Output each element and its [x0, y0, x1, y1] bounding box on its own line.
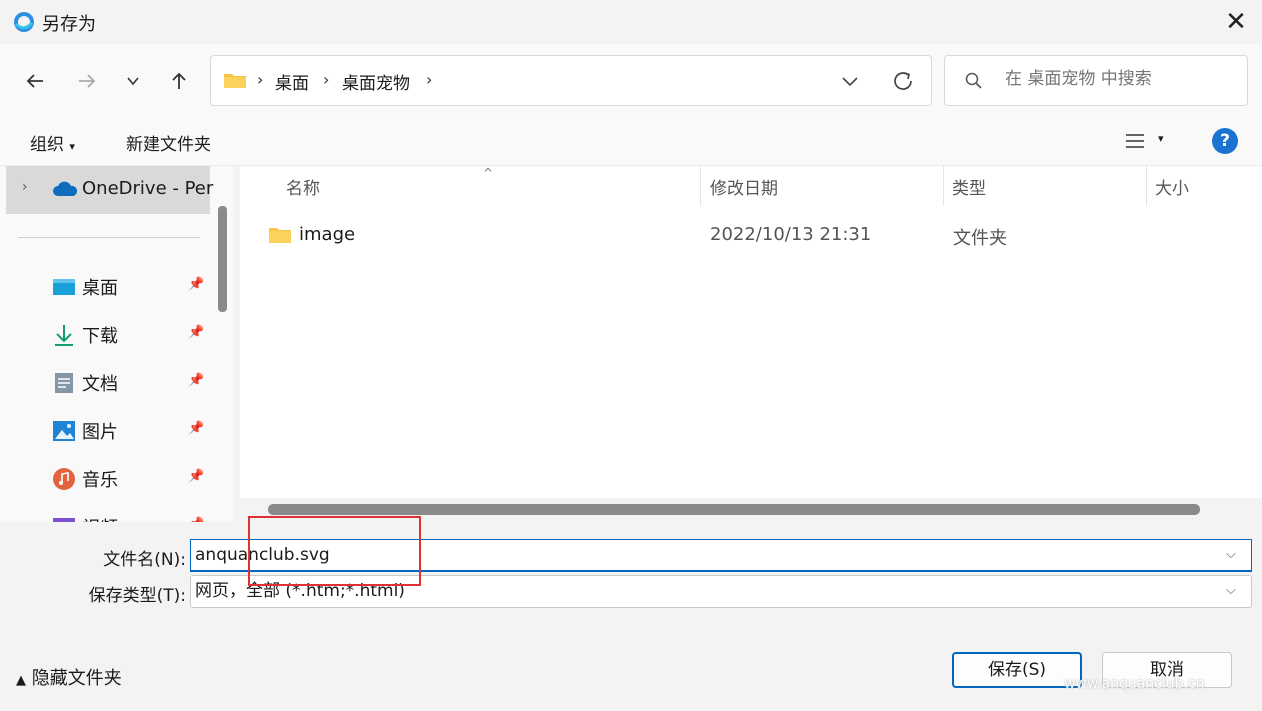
breadcrumb-separator: › — [323, 70, 330, 89]
filename-input[interactable] — [190, 539, 1252, 572]
sidebar-item-label: OneDrive - Per — [82, 178, 214, 199]
caret-up-icon: ▲ — [16, 673, 26, 688]
download-icon — [52, 323, 76, 347]
sort-ascending-caret-icon: ^ — [483, 166, 494, 180]
breadcrumb-desktop-pet[interactable]: 桌面宠物 — [342, 69, 410, 94]
filetype-label: 保存类型(T): — [88, 586, 186, 606]
organize-menu-button[interactable]: 组织 ▾ — [30, 130, 75, 155]
caret-down-icon: ▾ — [69, 140, 75, 153]
view-options-caret-icon[interactable]: ▾ — [1158, 132, 1164, 145]
back-arrow-icon[interactable] — [20, 66, 50, 96]
save-button[interactable]: 保存(S) — [952, 652, 1082, 688]
sidebar-item-label: 文档 — [82, 374, 118, 395]
sidebar-scrollbar[interactable] — [218, 206, 227, 312]
pin-icon: 📌 — [188, 469, 205, 484]
filename-label: 文件名(N): — [103, 550, 186, 570]
navigation-pane: › OneDrive - Per 桌面 📌 下载 📌 文档 📌 图片 📌 音乐 … — [0, 166, 234, 522]
pictures-icon — [52, 419, 76, 443]
desktop-icon — [52, 275, 76, 299]
help-icon[interactable]: ? — [1212, 128, 1238, 154]
column-divider[interactable] — [1146, 166, 1147, 206]
pin-icon: 📌 — [188, 277, 205, 292]
pin-icon: 📌 — [188, 325, 205, 340]
sidebar-item-label: 图片 — [82, 422, 118, 443]
sidebar-item-documents[interactable]: 文档 📌 — [0, 359, 210, 405]
sidebar-item-label: 音乐 — [82, 470, 118, 491]
sidebar-item-label: 视频 — [82, 514, 118, 522]
scrollbar-thumb[interactable] — [268, 504, 1200, 515]
command-bar: 组织 ▾ 新建文件夹 ▾ ? — [0, 118, 1262, 166]
column-header-size[interactable]: 大小 — [1155, 174, 1189, 199]
pin-icon: 📌 — [188, 373, 205, 388]
file-name: image — [299, 224, 356, 245]
column-divider[interactable] — [943, 166, 944, 206]
search-icon — [965, 72, 983, 95]
filetype-value: 网页，全部 (*.htm;*.html) — [195, 581, 405, 601]
column-header-name[interactable]: 名称 — [286, 174, 320, 199]
file-modified-date: 2022/10/13 21:31 — [710, 224, 872, 245]
folder-icon — [223, 71, 247, 94]
watermark: www.anquanclub.cn — [1064, 676, 1205, 692]
file-type: 文件夹 — [953, 228, 1007, 249]
up-arrow-icon[interactable] — [164, 66, 194, 96]
expand-chevron-icon[interactable]: › — [22, 179, 28, 195]
filename-dropdown-chevron-icon[interactable]: ⌵ — [1226, 547, 1236, 562]
column-header-modified[interactable]: 修改日期 — [710, 174, 778, 199]
sidebar-item-downloads[interactable]: 下载 📌 — [0, 311, 210, 357]
organize-label: 组织 — [30, 135, 64, 155]
refresh-icon[interactable] — [891, 69, 917, 95]
sidebar-item-onedrive[interactable]: › OneDrive - Per — [6, 166, 214, 214]
new-folder-button[interactable]: 新建文件夹 — [126, 130, 211, 155]
navigation-bar: › 桌面 › 桌面宠物 › — [0, 44, 1262, 118]
title-bar: 另存为 ✕ — [0, 0, 1262, 44]
forward-arrow-icon[interactable] — [72, 66, 102, 96]
search-input[interactable] — [1005, 69, 1235, 89]
folder-icon — [268, 226, 292, 249]
hide-folders-label: 隐藏文件夹 — [31, 668, 122, 689]
sidebar-item-desktop[interactable]: 桌面 📌 — [0, 263, 210, 309]
address-bar[interactable]: › 桌面 › 桌面宠物 › — [210, 55, 932, 106]
address-dropdown-chevron-icon[interactable] — [839, 70, 863, 94]
hide-folders-toggle[interactable]: ▲ 隐藏文件夹 — [16, 664, 122, 690]
breadcrumb-separator[interactable]: › — [426, 70, 432, 89]
view-list-icon[interactable] — [1124, 130, 1146, 157]
window-title: 另存为 — [42, 14, 96, 35]
recent-locations-chevron-icon[interactable] — [118, 66, 148, 96]
browser-app-icon — [12, 10, 36, 34]
sidebar-item-music[interactable]: 音乐 📌 — [0, 455, 210, 501]
music-icon — [52, 467, 76, 491]
file-list-pane: ^ 名称 修改日期 类型 大小 image 2022/10/13 21:31 文… — [240, 166, 1262, 522]
column-header-type[interactable]: 类型 — [952, 174, 986, 199]
pin-icon: 📌 — [188, 421, 205, 436]
documents-icon — [52, 371, 76, 395]
horizontal-scrollbar[interactable] — [240, 498, 1262, 522]
sidebar-item-videos[interactable]: 视频 📌 — [0, 503, 210, 522]
onedrive-cloud-icon — [52, 181, 78, 202]
filetype-select[interactable]: 网页，全部 (*.htm;*.html) — [190, 575, 1252, 608]
search-box[interactable] — [944, 55, 1248, 106]
breadcrumb-separator: › — [257, 70, 264, 89]
sidebar-item-label: 桌面 — [82, 278, 118, 299]
sidebar-item-pictures[interactable]: 图片 📌 — [0, 407, 210, 453]
column-divider[interactable] — [700, 166, 701, 206]
breadcrumb-desktop[interactable]: 桌面 — [275, 69, 309, 94]
video-icon — [52, 515, 76, 522]
sidebar-item-label: 下载 — [82, 326, 118, 347]
file-row[interactable]: image 2022/10/13 21:31 文件夹 — [260, 218, 1260, 254]
filetype-dropdown-chevron-icon[interactable]: ⌵ — [1226, 583, 1236, 598]
close-icon[interactable]: ✕ — [1222, 8, 1250, 36]
sidebar-divider — [18, 237, 200, 238]
